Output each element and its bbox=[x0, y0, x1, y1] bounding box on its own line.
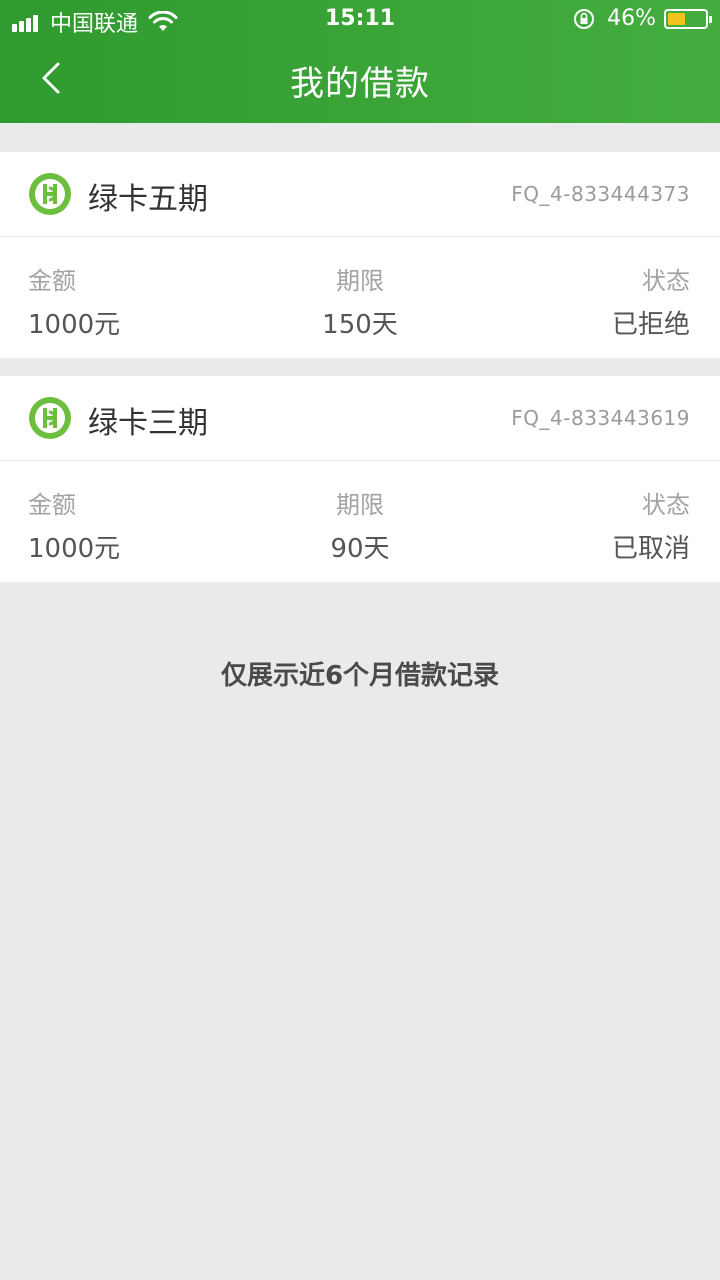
amount-label: 金额 bbox=[28, 491, 76, 519]
term-label: 期限 bbox=[336, 491, 384, 519]
loan-card[interactable]: 绿卡三期 FQ_4-833443619 金额 1000元 期限 90天 状态 已… bbox=[0, 376, 720, 582]
status-value: 已取消 bbox=[611, 534, 690, 564]
battery-level bbox=[668, 12, 685, 25]
records-footnote: 仅展示近6个月借款记录 bbox=[220, 661, 500, 691]
term-value: 90天 bbox=[330, 534, 390, 564]
status-value: 已拒绝 bbox=[611, 310, 690, 340]
battery-percent: 46% bbox=[607, 6, 656, 31]
battery-icon bbox=[664, 8, 712, 29]
status-right: 46% bbox=[573, 6, 712, 31]
app-header: 中国联通 15:11 46% 我的借款 bbox=[0, 0, 720, 123]
loan-card-body: 金额 1000元 期限 150天 状态 已拒绝 bbox=[0, 237, 720, 358]
loan-card[interactable]: 绿卡五期 FQ_4-833444373 金额 1000元 期限 150天 状态 … bbox=[0, 152, 720, 358]
rotation-lock-icon bbox=[574, 8, 595, 29]
amount-column: 金额 1000元 bbox=[28, 485, 120, 565]
page-title: 我的借款 bbox=[290, 64, 430, 104]
green-card-logo-icon bbox=[29, 173, 71, 215]
amount-column: 金额 1000元 bbox=[28, 261, 120, 341]
status-label: 状态 bbox=[642, 491, 690, 519]
term-label: 期限 bbox=[336, 267, 384, 295]
amount-label: 金额 bbox=[28, 267, 76, 295]
status-column: 状态 已取消 bbox=[612, 485, 690, 565]
loan-card-body: 金额 1000元 期限 90天 状态 已取消 bbox=[0, 461, 720, 582]
status-label: 状态 bbox=[642, 267, 690, 295]
order-number: FQ_4-833443619 bbox=[511, 406, 690, 430]
loan-card-header: 绿卡五期 FQ_4-833444373 bbox=[0, 152, 720, 237]
amount-value: 1000元 bbox=[28, 534, 121, 564]
term-column: 期限 150天 bbox=[260, 261, 460, 341]
product-name: 绿卡五期 bbox=[88, 182, 208, 217]
status-bar: 中国联通 15:11 46% bbox=[0, 0, 720, 40]
amount-value: 1000元 bbox=[28, 310, 121, 340]
status-column: 状态 已拒绝 bbox=[612, 261, 690, 341]
term-value: 150天 bbox=[322, 310, 398, 340]
term-column: 期限 90天 bbox=[260, 485, 460, 565]
loan-card-header: 绿卡三期 FQ_4-833443619 bbox=[0, 376, 720, 461]
green-card-logo-icon bbox=[29, 397, 71, 439]
product-name: 绿卡三期 bbox=[88, 406, 208, 441]
order-number: FQ_4-833444373 bbox=[511, 182, 690, 206]
